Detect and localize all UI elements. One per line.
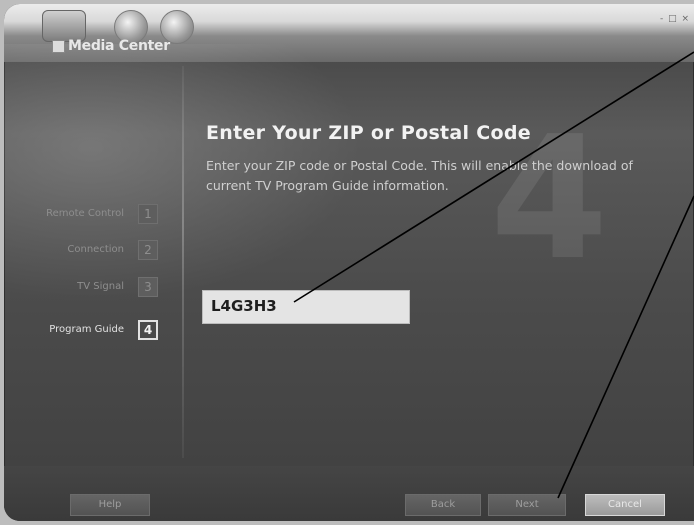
callout-lines — [293, 51, 694, 499]
callout-line-zip — [293, 51, 694, 303]
callout-line-next — [557, 195, 694, 499]
